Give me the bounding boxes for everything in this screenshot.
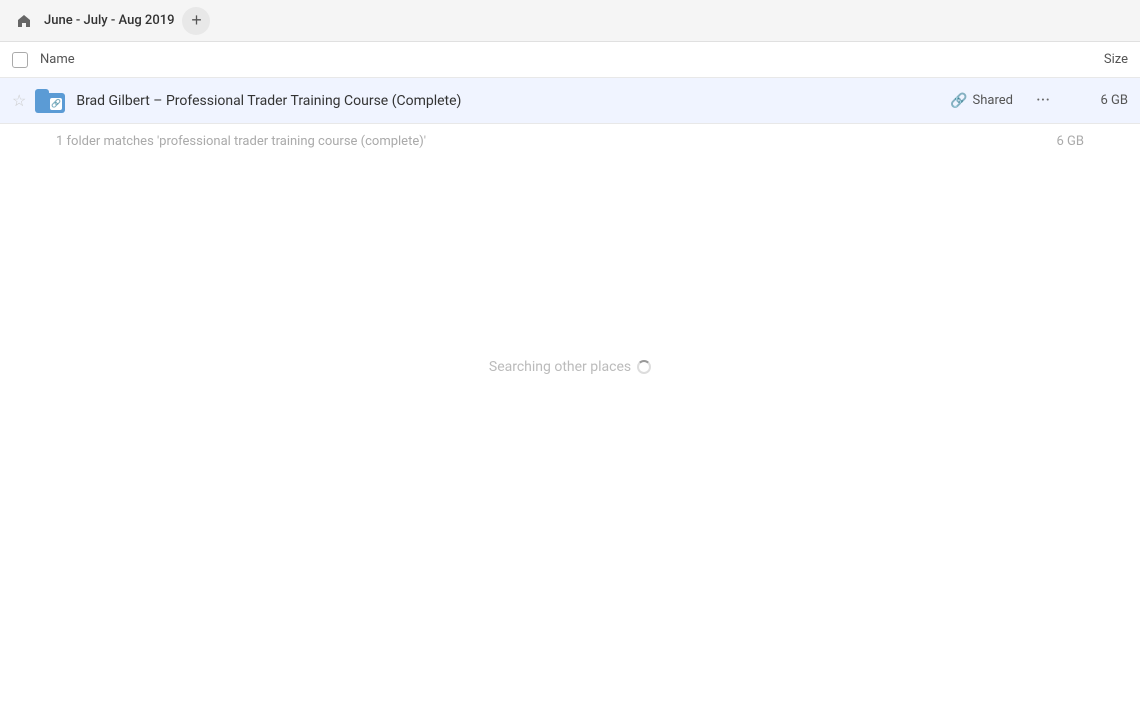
add-button[interactable]: + <box>182 7 210 35</box>
loading-spinner <box>637 360 651 374</box>
select-all-checkbox-area[interactable] <box>12 52 28 68</box>
searching-text: Searching other places <box>489 359 651 375</box>
search-result-size: 6 GB <box>1029 134 1084 149</box>
file-list-item[interactable]: ☆ Brad Gilbert – Professional Trader Tra… <box>0 78 1140 124</box>
search-result-text: 1 folder matches 'professional trader tr… <box>56 134 1029 149</box>
file-name: Brad Gilbert – Professional Trader Train… <box>76 93 950 109</box>
column-name-label: Name <box>40 52 1058 67</box>
link-icon: 🔗 <box>950 93 967 109</box>
select-all-checkbox[interactable] <box>12 52 28 68</box>
home-button[interactable] <box>12 9 36 33</box>
search-result-row: 1 folder matches 'professional trader tr… <box>0 124 1140 159</box>
star-icon[interactable]: ☆ <box>12 91 26 110</box>
searching-section: Searching other places <box>0 359 1140 375</box>
column-size-label: Size <box>1058 52 1128 67</box>
header-bar: June - July - Aug 2019 + <box>0 0 1140 42</box>
shared-badge: 🔗 Shared <box>950 93 1013 109</box>
more-options-button[interactable]: ··· <box>1029 87 1057 115</box>
folder-icon <box>34 85 66 117</box>
column-header: Name Size <box>0 42 1140 78</box>
file-size: 6 GB <box>1073 93 1128 108</box>
shared-label: Shared <box>973 93 1013 108</box>
breadcrumb: June - July - Aug 2019 <box>44 13 174 28</box>
